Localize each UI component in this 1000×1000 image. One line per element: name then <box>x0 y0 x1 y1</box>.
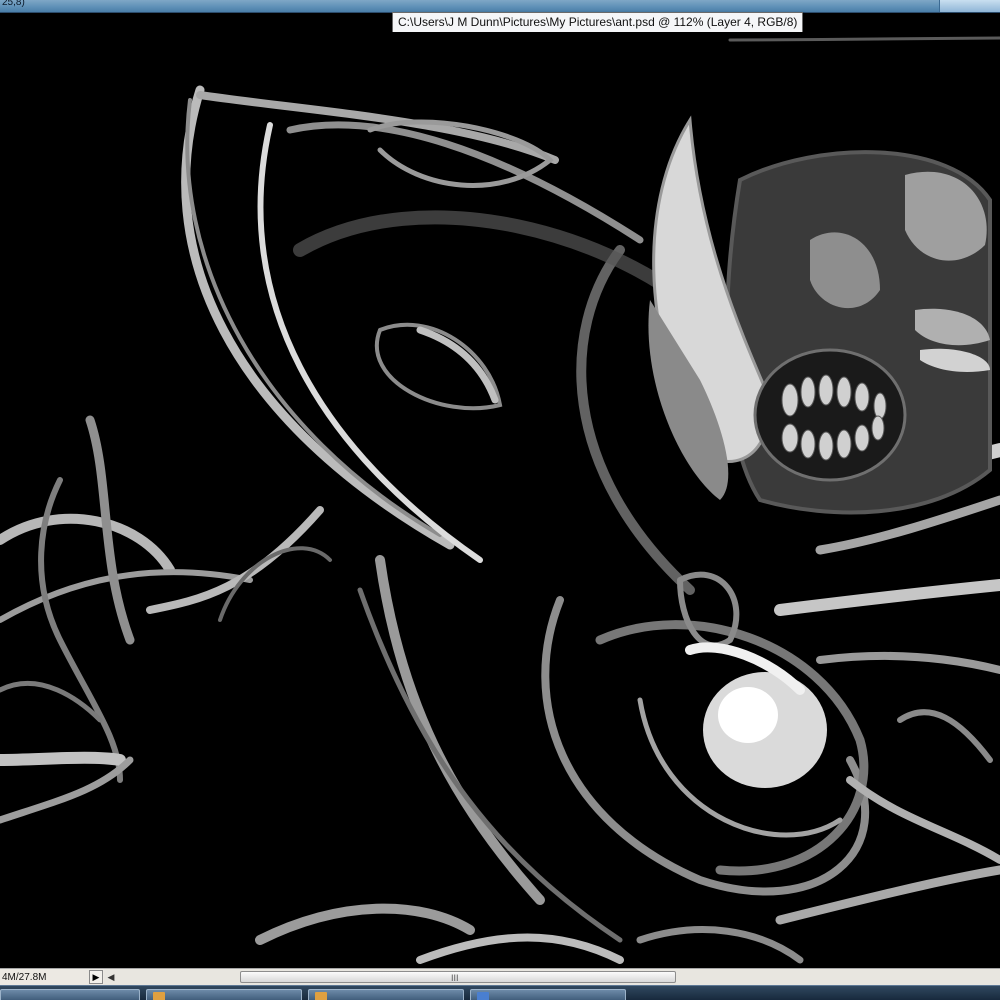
sketch-stroke <box>146 506 324 614</box>
sketch-stroke <box>255 903 475 945</box>
scroll-left-arrow-icon[interactable]: ◀ <box>104 970 118 984</box>
sketch-stroke <box>846 776 1000 864</box>
sketch-glow-core <box>718 687 778 743</box>
sketch-stroke <box>774 579 1000 616</box>
status-bar: 4M/27.8M ▶ ◀ III <box>0 968 1000 986</box>
sketch-stroke <box>775 865 1000 925</box>
artwork-sketch <box>0 36 1000 964</box>
sketch-stroke <box>0 751 126 766</box>
scroll-grip-icon: III <box>451 973 459 983</box>
sketch-stroke <box>0 756 134 824</box>
taskbar-button[interactable] <box>470 989 626 1000</box>
window-control-button[interactable] <box>939 0 1000 12</box>
taskbar-button[interactable] <box>0 989 140 1000</box>
app-icon <box>315 992 327 1000</box>
sketch-stroke <box>375 555 545 905</box>
sketch-stroke <box>0 513 175 575</box>
sketch-stroke <box>181 85 455 550</box>
app-icon <box>477 992 489 1000</box>
sketch-stroke <box>728 36 1000 42</box>
window-title-fragment: 25,8) <box>2 0 25 8</box>
taskbar <box>0 985 1000 1000</box>
status-menu-arrow-icon[interactable]: ▶ <box>89 970 103 984</box>
document-title: C:\Users\J M Dunn\Pictures\My Pictures\a… <box>392 12 804 33</box>
document-size: 4M/27.8M <box>2 972 47 983</box>
document-canvas[interactable] <box>0 32 1000 968</box>
sketch-stroke <box>816 651 1000 674</box>
sketch-stroke <box>897 709 993 763</box>
scroll-thumb[interactable]: III <box>240 971 676 983</box>
sketch-stroke <box>636 926 804 964</box>
photoshop-window: 25,8) C:\Users\J M Dunn\Pictures\My Pict… <box>0 0 1000 1000</box>
sketch-stroke <box>416 933 624 964</box>
horizontal-scrollbar[interactable]: ◀ III <box>104 969 1000 986</box>
taskbar-button[interactable] <box>146 989 302 1000</box>
taskbar-button[interactable] <box>308 989 464 1000</box>
app-icon <box>153 992 165 1000</box>
